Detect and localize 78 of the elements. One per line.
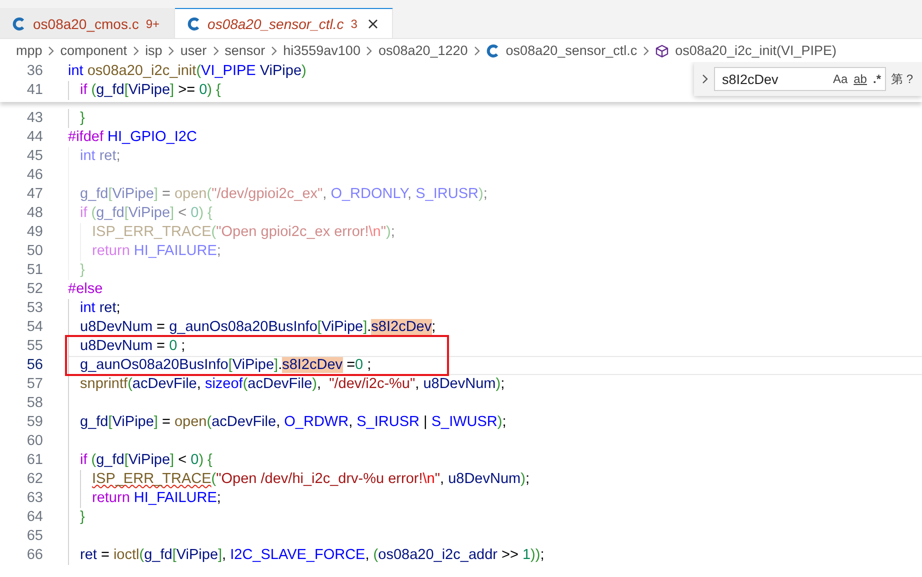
line-number: 61 [26,451,43,470]
breadcrumb-item[interactable]: sensor [224,43,266,58]
chevron-right-icon [212,46,220,56]
chevron-right-icon [132,46,140,56]
code-text: #else [68,280,103,299]
code-text: g_aunOs08a20BusInfo[ViPipe].s8I2cDev =0 ; [80,356,372,375]
search-field[interactable]: s8I2cDev Aa ab .* [714,67,886,91]
line-number: 52 [26,280,43,299]
line-number: 46 [26,166,43,185]
chevron-right-icon [47,46,56,56]
code-text: } [80,109,85,128]
chevron-right-icon [642,46,650,56]
code-text: } [80,261,85,280]
line-number: 50 [26,242,43,261]
code-text: u8DevNum = g_aunOs08a20BusInfo[ViPipe].s8I2cDev; [80,318,436,337]
chevron-right-icon [472,46,481,56]
code-text: if (g_fd[ViPipe] < 0) { [80,451,212,470]
chevron-right-icon [167,46,176,56]
code-text: u8DevNum = 0 ; [80,337,186,356]
chevron-right-icon [270,46,278,56]
line-number: 58 [26,394,43,413]
code-text: int ret; [80,147,120,166]
breadcrumb-item[interactable]: os08a20_sensor_ctl.c [506,43,638,58]
search-option-toggle[interactable]: Aa [832,72,848,86]
breadcrumb-item[interactable]: isp [145,43,162,58]
breadcrumb-item[interactable]: hi3559av100 [283,43,360,58]
c-file-icon [186,16,201,30]
line-number: 55 [26,337,43,356]
code-text: return HI_FAILURE; [92,489,221,508]
code-text: snprintf(acDevFile, sizeof(acDevFile), "/dev/i2c-%u", u8DevNum); [80,375,505,394]
code-text: g_fd[ViPipe] = open("/dev/gpioi2c_ex", O_RDONLY, S_IRUSR); [80,185,488,204]
line-number: 48 [26,204,43,223]
code-text: } [80,508,85,527]
line-number: 57 [26,375,43,394]
code-text: g_fd[ViPipe] = open(acDevFile, O_RDWR, S_IRUSR | S_IWUSR); [80,413,506,432]
code-text: if (g_fd[ViPipe] >= 0) { [80,81,221,100]
breadcrumb-item[interactable]: mpp [16,43,42,58]
code-text: if (g_fd[ViPipe] < 0) { [80,204,212,223]
line-number: 59 [26,413,43,432]
line-number: 53 [26,299,43,318]
line-number: 41 [26,81,43,100]
c-file-icon [12,16,26,30]
search-option-toggle[interactable]: .* [872,72,881,86]
c-file-icon [486,44,500,58]
line-number: 56 [26,356,43,375]
line-number: 54 [26,318,43,337]
cube-icon [655,44,670,58]
breadcrumb-item[interactable]: user [180,43,207,58]
line-number: 62 [26,470,43,489]
line-number: 49 [26,223,43,242]
code-text: ret = ioctl(g_fd[ViPipe], I2C_SLAVE_FORCE, (os08a20_i2c_addr >> 1)); [80,546,544,565]
breadcrumb-item[interactable]: os08a20_1220 [378,43,468,58]
expand-icon[interactable] [701,74,709,84]
line-number: 66 [26,546,43,565]
match-count: 第 ? [891,70,914,88]
code-text: ISP_ERR_TRACE("Open /dev/hi_i2c_drv-%u error!\n", u8DevNum); [92,470,530,489]
chevron-right-icon [365,46,374,56]
breadcrumb-item[interactable]: component [60,43,128,58]
close-icon[interactable] [368,18,378,28]
breadcrumb-item[interactable]: os08a20_i2c_init(VI_PIPE) [675,43,836,58]
line-number: 45 [26,147,43,166]
line-number: 51 [26,261,43,280]
code-text: int ret; [80,299,120,318]
code-text: #ifdef HI_GPIO_I2C [68,128,197,147]
code-text: return HI_FAILURE; [92,242,221,261]
code-text: int os08a20_i2c_init(VI_PIPE ViPipe) [68,62,306,81]
line-number: 43 [26,109,43,128]
editor-tab[interactable]: os08a20_cmos.c 9+ [0,8,175,38]
search-option-toggle[interactable]: ab [854,72,867,86]
line-number: 64 [26,508,43,527]
line-number: 47 [26,185,43,204]
line-number: 36 [26,62,43,81]
line-number: 44 [26,128,43,147]
editor-tab[interactable]: os08a20_sensor_ctl.c 3 [174,8,394,38]
code-text: ISP_ERR_TRACE("Open gpioi2c_ex error!\n"); [92,223,395,242]
line-number: 63 [26,489,43,508]
line-number: 60 [26,432,43,451]
line-number: 65 [26,527,43,546]
